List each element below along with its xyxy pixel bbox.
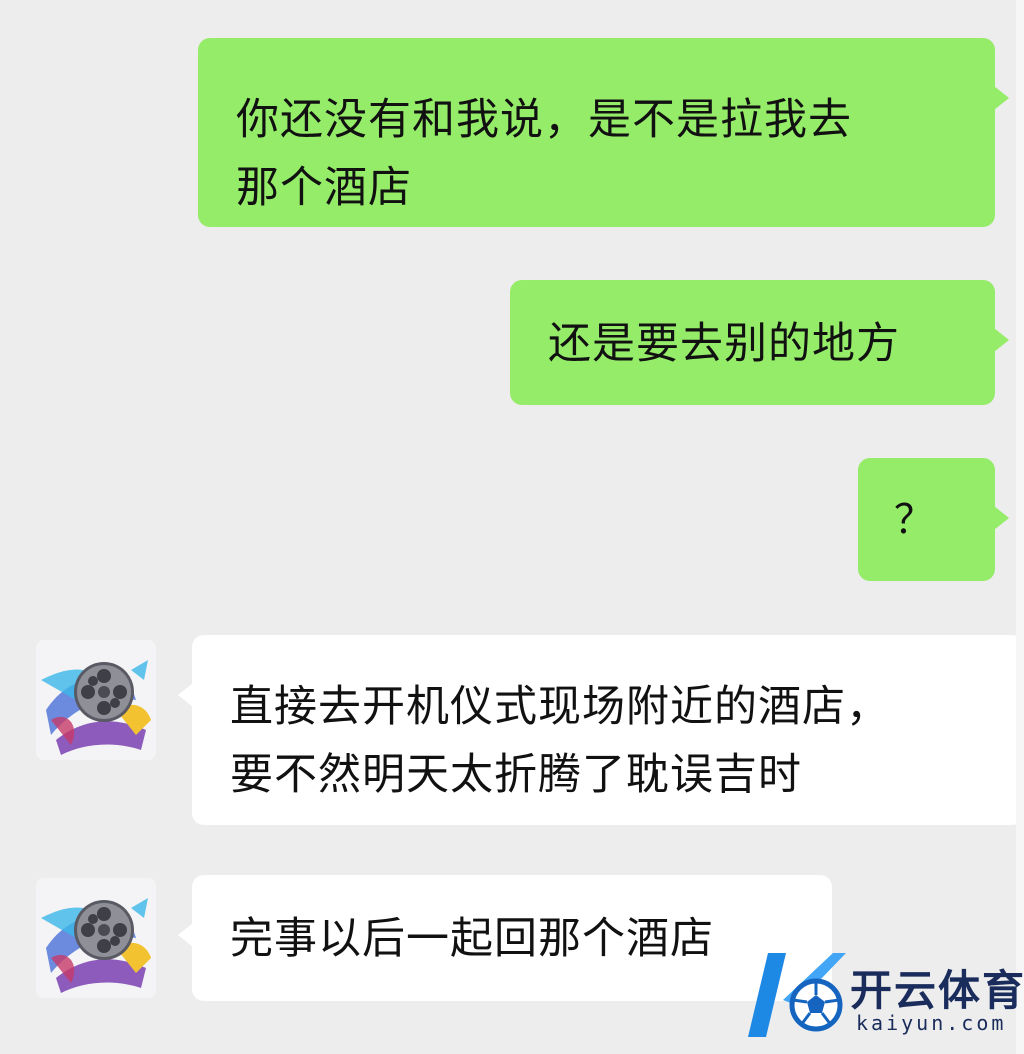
film-reel-avatar-icon bbox=[36, 878, 156, 998]
watermark-url: kaiyun.com bbox=[856, 1011, 1007, 1035]
scroll-edge bbox=[1016, 0, 1024, 1054]
message-bubble-sent[interactable]: ？ bbox=[858, 458, 1009, 581]
chat-view: 你还没有和我说，是不是拉我去 那个酒店 还是要去别的地方 ？ 直接去开机仪式现场… bbox=[0, 0, 1024, 1054]
film-reel-avatar-icon bbox=[36, 640, 156, 760]
soccer-ball-k-logo-icon bbox=[748, 953, 846, 1037]
contact-avatar[interactable] bbox=[36, 878, 156, 998]
watermark: 开云体育 kaiyun.com bbox=[730, 945, 1024, 1045]
message-text-line: ？ bbox=[894, 497, 935, 543]
message-bubble-received[interactable]: 直接去开机仪式现场附近的酒店， 要不然明天太折腾了耽误吉时 bbox=[178, 635, 1024, 825]
message-text-line: 那个酒店 bbox=[236, 163, 412, 213]
message-bubble-sent[interactable]: 还是要去别的地方 bbox=[510, 280, 1009, 405]
message-text-line: 直接去开机仪式现场附近的酒店， bbox=[230, 682, 890, 732]
message-text-line: 还是要去别的地方 bbox=[548, 319, 900, 369]
message-text-line: 要不然明天太折腾了耽误吉时 bbox=[230, 750, 802, 800]
message-bubble-sent[interactable]: 你还没有和我说，是不是拉我去 那个酒店 bbox=[198, 38, 1009, 227]
message-text-line: 你还没有和我说，是不是拉我去 bbox=[236, 95, 852, 145]
watermark-title: 开云体育 bbox=[850, 966, 1024, 1015]
contact-avatar[interactable] bbox=[36, 640, 156, 760]
